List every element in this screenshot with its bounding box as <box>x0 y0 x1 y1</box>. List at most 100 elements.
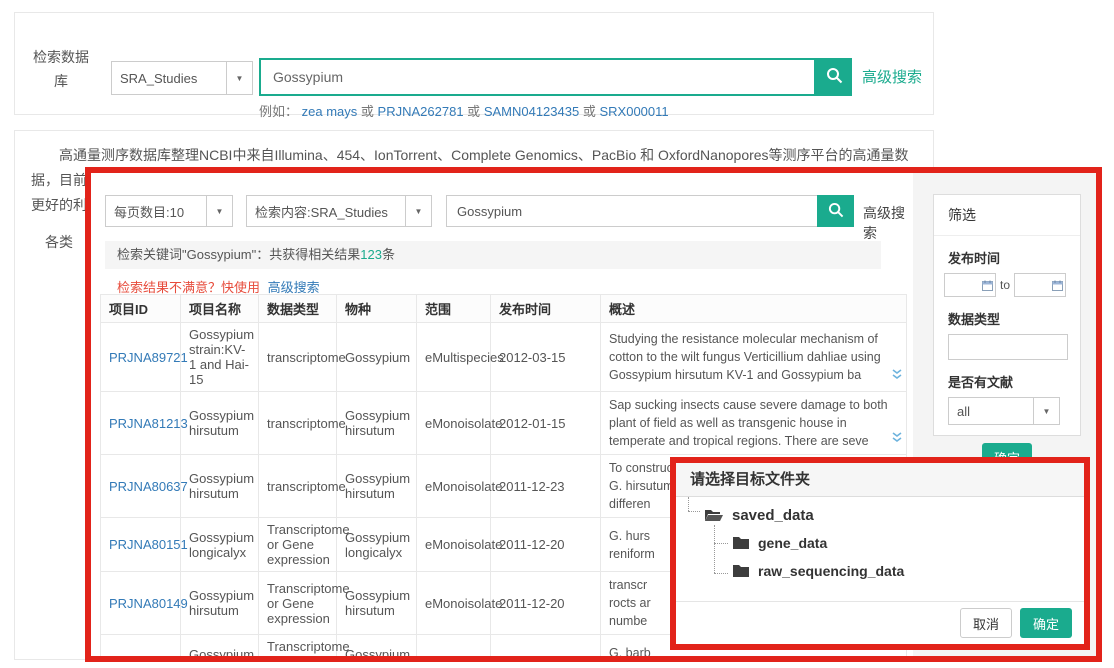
column-header: 发布时间 <box>491 295 601 323</box>
search-input[interactable] <box>259 58 816 96</box>
table-cell: 2011-12-20 <box>491 572 601 635</box>
table-cell: transcriptome <box>259 455 337 518</box>
search-icon <box>826 67 843 87</box>
chevron-down-icon: ▼ <box>226 62 252 94</box>
example-term[interactable]: zea mays <box>302 104 358 119</box>
cancel-button[interactable]: 取消 <box>960 608 1012 638</box>
folder-modal-footer: 取消 确定 <box>676 601 1084 644</box>
table-cell: Gossypium hirsutum <box>337 392 417 455</box>
table-cell: 2011-12-20 <box>491 518 601 572</box>
table-cell: 2012-01-15 <box>491 392 601 455</box>
content-select-value: 检索内容:SRA_Studies <box>247 202 405 221</box>
example-prefix: 例如： <box>259 104 298 119</box>
folder-select-modal: 请选择目标文件夹 saved_data gene_data raw_sequenc… <box>670 457 1090 650</box>
table-cell: 2011-12-23 <box>491 455 601 518</box>
filter-title: 筛选 <box>934 195 1080 236</box>
project-id-link[interactable]: PRJNA80637 <box>109 479 188 494</box>
table-cell: 2012-03-15 <box>491 323 601 392</box>
table-cell: Gossypium hirsutum <box>181 392 259 455</box>
modal-search-input[interactable] <box>446 195 818 227</box>
page-size-value: 每页数目:10 <box>106 202 206 221</box>
table-cell: Gossypium strain:KV-1 and Hai-15 <box>181 323 259 392</box>
literature-select-value: all <box>949 404 1033 419</box>
project-id-link[interactable]: PRJNA80151 <box>109 537 188 552</box>
chevron-down-icon: ▼ <box>1033 398 1059 424</box>
table-cell: Transcriptome or Gene expression <box>259 635 337 663</box>
column-header: 物种 <box>337 295 417 323</box>
modal-search-button[interactable] <box>817 195 854 227</box>
table-cell: eMonoisolate <box>417 455 491 518</box>
table-cell: Gossypium hirsutum <box>337 455 417 518</box>
database-select[interactable]: SRA_Studies ▼ <box>111 61 253 95</box>
calendar-icon <box>982 280 993 291</box>
date-from-input[interactable] <box>944 273 996 297</box>
db-label: 检索数据库 <box>27 45 95 93</box>
example-or: 或 <box>361 104 374 119</box>
example-term[interactable]: SRX000011 <box>599 104 668 119</box>
table-cell: 2011-12-20 <box>491 635 601 663</box>
column-header: 项目名称 <box>181 295 259 323</box>
search-panel: 检索数据库 SRA_Studies ▼ 高级搜索 例如： zea mays 或 … <box>14 12 934 115</box>
content-select[interactable]: 检索内容:SRA_Studies ▼ <box>246 195 432 227</box>
example-or: 或 <box>467 104 480 119</box>
table-cell: Gossypium longicalyx <box>181 518 259 572</box>
date-to-input[interactable] <box>1014 273 1066 297</box>
example-term[interactable]: SAMN04123435 <box>484 104 579 119</box>
result-count: 123 <box>360 247 382 262</box>
folder-open-icon <box>704 508 724 523</box>
tree-item-saved-data[interactable]: saved_data <box>676 501 1084 529</box>
confirm-button[interactable]: 确定 <box>1020 608 1072 638</box>
project-id-link[interactable]: PRJNA00145 <box>109 654 188 662</box>
filter-panel: 筛选 发布时间 to 数据类型 是否有文献 all ▼ 确定 <box>933 194 1081 436</box>
column-header: 概述 <box>601 295 907 323</box>
overview-cell: Sap sucking insects cause severe damage … <box>601 392 907 455</box>
table-cell: Gossypium hirsutum <box>181 572 259 635</box>
datatype-input[interactable] <box>948 334 1068 360</box>
folder-modal-title: 请选择目标文件夹 <box>676 463 1084 497</box>
publish-date-label: 发布时间 <box>948 248 1066 267</box>
retry-advanced-link[interactable]: 高级搜索 <box>268 280 320 295</box>
database-select-value: SRA_Studies <box>112 71 226 86</box>
tree-item-label: raw_sequencing_data <box>758 563 904 579</box>
date-to-label: to <box>1000 278 1010 292</box>
column-header: 范围 <box>417 295 491 323</box>
summary-unit: 条 <box>382 247 395 262</box>
tree-item-gene-data[interactable]: gene_data <box>676 529 1084 557</box>
folder-icon <box>732 536 750 550</box>
modal-advanced-search-link[interactable]: 高级搜索 <box>863 203 913 243</box>
overview-cell: Studying the resistance molecular mechan… <box>601 323 907 392</box>
tree-item-raw-sequencing-data[interactable]: raw_sequencing_data <box>676 557 1084 585</box>
table-row: PRJNA81213Gossypium hirsutumtranscriptom… <box>101 392 907 455</box>
expand-chevron-icon[interactable] <box>892 367 902 385</box>
folder-icon <box>732 564 750 578</box>
project-id-link[interactable]: PRJNA81213 <box>109 416 188 431</box>
advanced-search-link[interactable]: 高级搜索 <box>862 66 922 87</box>
table-cell: eMultispecies <box>417 323 491 392</box>
search-button[interactable] <box>816 58 852 96</box>
chevron-down-icon: ▼ <box>405 196 431 226</box>
table-row: PRJNA89721Gossypium strain:KV-1 and Hai-… <box>101 323 907 392</box>
table-cell: eMonoisolate <box>417 518 491 572</box>
page-size-select[interactable]: 每页数目:10 ▼ <box>105 195 233 227</box>
column-header: 项目ID <box>101 295 181 323</box>
tree-item-label: gene_data <box>758 535 827 551</box>
table-cell: eMonoisolate <box>417 572 491 635</box>
folder-tree: saved_data gene_data raw_sequencing_data <box>676 497 1084 599</box>
table-cell: transcriptome <box>259 323 337 392</box>
search-examples: 例如： zea mays 或 PRJNA262781 或 SAMN0412343… <box>259 101 669 120</box>
table-cell: Transcriptome or Gene expression <box>259 572 337 635</box>
retry-warning-text: 检索结果不满意？快使用 <box>117 280 260 295</box>
example-term[interactable]: PRJNA262781 <box>378 104 464 119</box>
table-cell: transcriptome <box>259 392 337 455</box>
table-cell: eMonoisolate <box>417 392 491 455</box>
example-or: 或 <box>583 104 596 119</box>
chevron-down-icon: ▼ <box>206 196 232 226</box>
tree-item-label: saved_data <box>732 507 814 524</box>
project-id-link[interactable]: PRJNA89721 <box>109 350 188 365</box>
literature-select[interactable]: all ▼ <box>948 397 1060 425</box>
table-cell: Gossypium <box>337 323 417 392</box>
project-id-link[interactable]: PRJNA80149 <box>109 596 188 611</box>
expand-chevron-icon[interactable] <box>892 430 902 448</box>
table-cell: eMonoisolate <box>417 635 491 663</box>
summary-text: 检索关键词"Gossypium"：共获得相关结果 <box>117 247 360 262</box>
